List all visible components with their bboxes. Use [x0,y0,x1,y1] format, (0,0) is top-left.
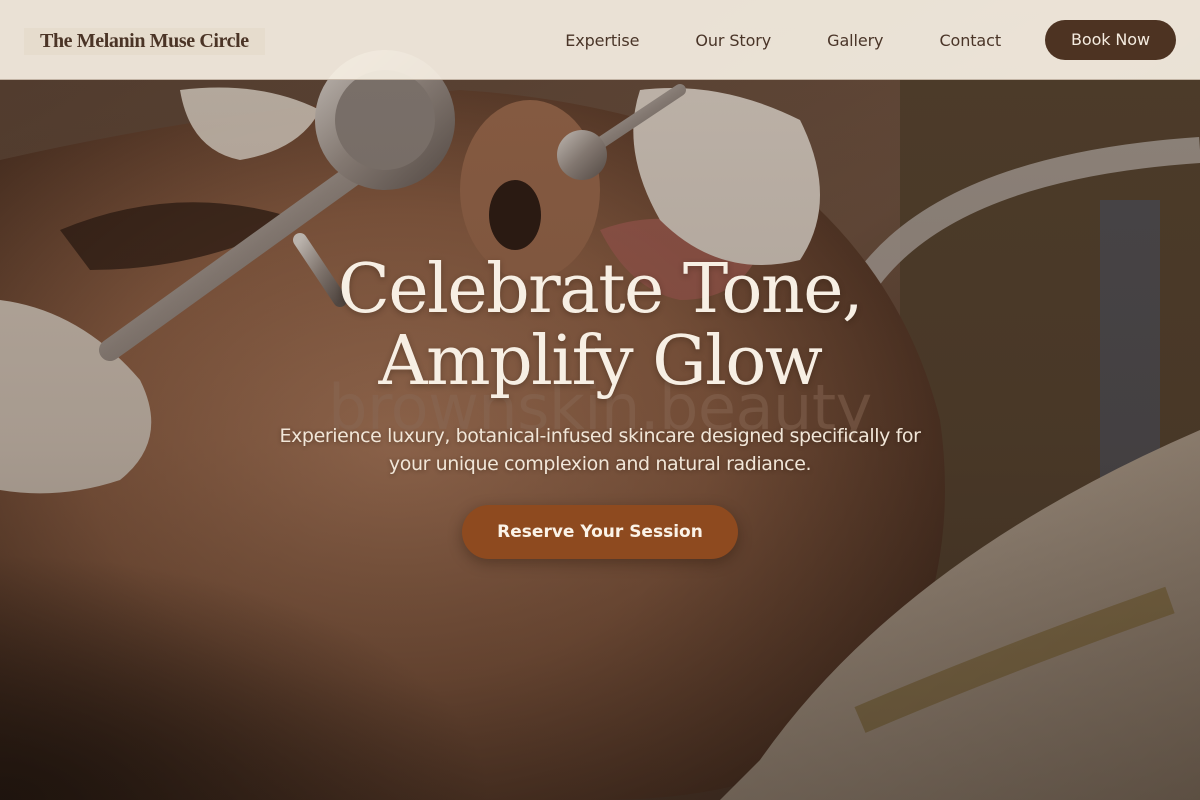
book-now-button[interactable]: Book Now [1045,20,1176,60]
hero-subtitle: Experience luxury, botanical-infused ski… [279,425,921,475]
hero-title: Celebrate Tone, Amplify Glow [0,254,1200,398]
nav-link-contact[interactable]: Contact [939,31,1001,50]
brand-logo-text[interactable]: The Melanin Muse Circle [24,28,265,55]
nav-links: Expertise Our Story Gallery Contact [565,0,1001,80]
nav-link-gallery[interactable]: Gallery [827,31,883,50]
reserve-session-button[interactable]: Reserve Your Session [462,505,738,559]
hero-title-line-2: Amplify Glow [378,322,823,401]
nav-link-our-story[interactable]: Our Story [695,31,771,50]
top-navigation-bar: The Melanin Muse Circle Expertise Our St… [0,0,1200,80]
hero-title-line-1: Celebrate Tone, [337,250,864,329]
page: brownskin.beauty Celebrate Tone, Amplify… [0,0,1200,800]
nav-link-expertise[interactable]: Expertise [565,31,639,50]
